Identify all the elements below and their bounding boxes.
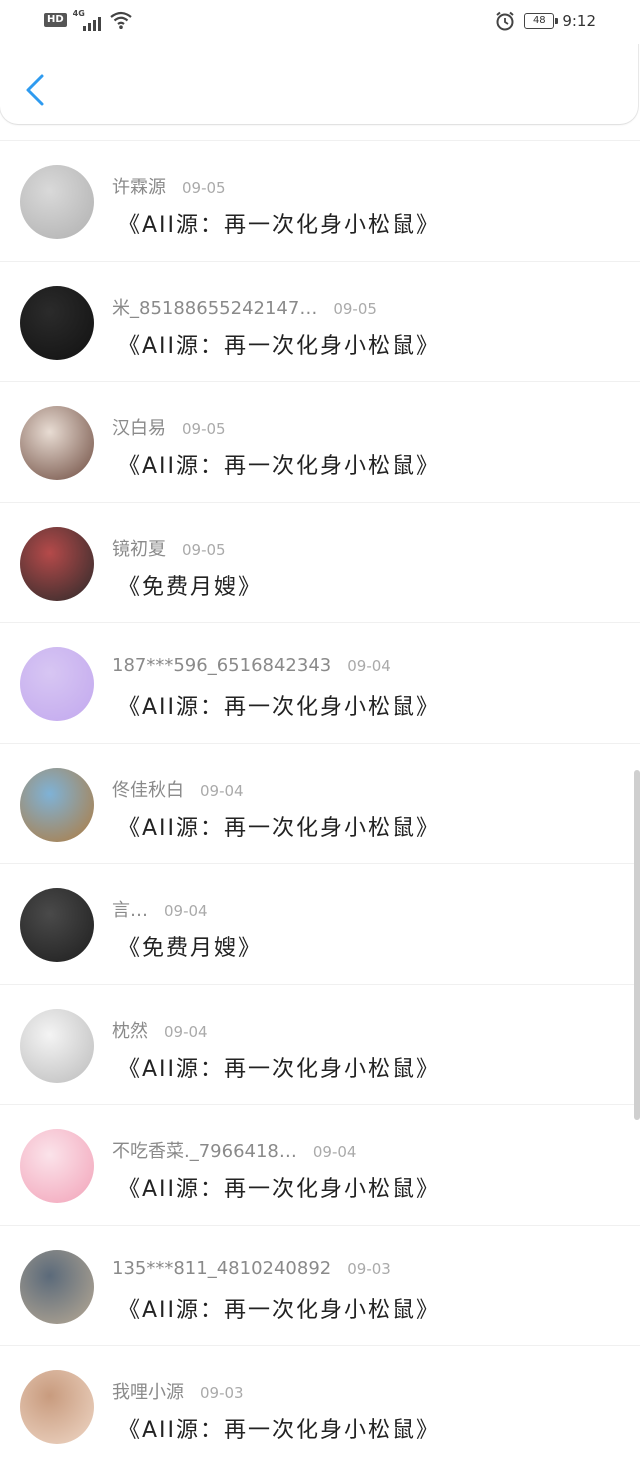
list-item[interactable]: 187***596_6516842343 09-04 《AII源：再一次化身小松鼠》 — [0, 622, 640, 743]
item-meta: 佟佳秋白 09-04 — [112, 776, 244, 802]
item-date: 09-04 — [312, 1143, 357, 1161]
battery-icon: 48 — [524, 13, 559, 29]
item-meta: 米_85188655242147… 09-05 — [112, 294, 377, 320]
item-comment: 《AII源：再一次化身小松鼠》 — [118, 1418, 441, 1443]
list-item[interactable]: 135***811_4810240892 09-03 《AII源：再一次化身小松鼠》 — [0, 1224, 640, 1346]
item-comment: 《免费月嫂》 — [118, 936, 263, 961]
comment-list: 许霖源 09-05 《AII源：再一次化身小松鼠》 米_85188655242147…… — [0, 140, 640, 1466]
item-meta: 镜初夏 09-05 — [112, 535, 226, 561]
list-item[interactable]: 镜初夏 09-05 《免费月嫂》 — [0, 501, 640, 623]
clock: 9:12 — [562, 12, 596, 30]
item-date: 09-05 — [182, 540, 226, 559]
username[interactable]: 镜初夏 — [112, 539, 166, 560]
item-meta: 许霖源 09-05 — [112, 173, 226, 199]
username[interactable]: 汉白易 — [112, 418, 166, 439]
avatar[interactable] — [20, 1370, 94, 1444]
list-item[interactable]: 佟佳秋白 09-04 《AII源：再一次化身小松鼠》 — [0, 742, 640, 864]
list-item[interactable]: 枕然 09-04 《AII源：再一次化身小松鼠》 — [0, 983, 640, 1105]
username[interactable]: 许霖源 — [112, 177, 166, 198]
list-item[interactable]: 汉白易 09-05 《AII源：再一次化身小松鼠》 — [0, 381, 640, 502]
item-date: 09-04 — [164, 1022, 208, 1041]
avatar[interactable] — [20, 285, 94, 360]
hd-badge: HD — [44, 13, 67, 27]
status-right: 48 9:12 — [494, 10, 596, 32]
item-meta: 我哩小源 09-03 — [112, 1378, 244, 1404]
signal-icon: 4G — [73, 9, 103, 31]
username[interactable]: 枕然 — [112, 1021, 148, 1042]
avatar[interactable] — [20, 526, 94, 601]
avatar[interactable] — [20, 888, 94, 962]
item-meta: 不吃香菜._7966418… 09-04 — [112, 1137, 356, 1163]
item-comment: 《AII源：再一次化身小松鼠》 — [118, 213, 441, 238]
item-date: 09-03 — [347, 1259, 391, 1278]
avatar[interactable] — [20, 165, 94, 239]
username[interactable]: 不吃香菜._7966418… — [112, 1141, 297, 1162]
scrollbar[interactable] — [634, 770, 640, 1120]
alarm-icon — [496, 11, 514, 31]
username[interactable]: 米_85188655242147… — [112, 298, 317, 319]
list-item[interactable]: 言… 09-04 《免费月嫂》 — [0, 863, 640, 984]
avatar[interactable] — [20, 1008, 94, 1083]
item-comment: 《免费月嫂》 — [118, 574, 263, 600]
item-comment: 《AII源：再一次化身小松鼠》 — [118, 1177, 441, 1202]
item-comment: 《AII源：再一次化身小松鼠》 — [118, 815, 441, 841]
item-date: 09-05 — [333, 299, 377, 318]
list-item[interactable]: 不吃香菜._7966418… 09-04 《AII源：再一次化身小松鼠》 — [0, 1104, 640, 1225]
item-date: 09-04 — [347, 657, 391, 675]
item-meta: 187***596_6516842343 09-04 — [112, 655, 391, 676]
item-date: 09-05 — [182, 179, 226, 197]
item-meta: 言… 09-04 — [112, 896, 208, 922]
avatar[interactable] — [20, 647, 94, 721]
item-comment: 《AII源：再一次化身小松鼠》 — [118, 454, 441, 479]
username[interactable]: 135***811_4810240892 — [112, 1258, 331, 1279]
item-comment: 《AII源：再一次化身小松鼠》 — [118, 1056, 441, 1082]
item-date: 09-05 — [182, 420, 226, 438]
item-meta: 135***811_4810240892 09-03 — [112, 1258, 391, 1279]
item-date: 09-04 — [164, 902, 208, 920]
username[interactable]: 佟佳秋白 — [112, 780, 184, 801]
back-button[interactable] — [20, 70, 50, 110]
list-item[interactable]: 我哩小源 09-03 《AII源：再一次化身小松鼠》 — [0, 1345, 640, 1466]
username[interactable]: 187***596_6516842343 — [112, 655, 331, 676]
item-comment: 《AII源：再一次化身小松鼠》 — [118, 1297, 441, 1323]
list-item[interactable]: 米_85188655242147… 09-05 《AII源：再一次化身小松鼠》 — [0, 260, 640, 382]
item-comment: 《AII源：再一次化身小松鼠》 — [118, 333, 441, 359]
status-bar: HD 4G 48 9:12 — [0, 0, 640, 44]
item-date: 09-04 — [200, 781, 244, 800]
wifi-icon — [109, 11, 132, 29]
avatar[interactable] — [20, 767, 94, 842]
username[interactable]: 我哩小源 — [112, 1382, 184, 1403]
chevron-left-icon — [26, 74, 44, 106]
item-meta: 枕然 09-04 — [112, 1017, 208, 1043]
list-item[interactable]: 许霖源 09-05 《AII源：再一次化身小松鼠》 — [0, 140, 640, 261]
avatar[interactable] — [20, 1129, 94, 1203]
avatar[interactable] — [20, 406, 94, 480]
item-meta: 汉白易 09-05 — [112, 414, 226, 440]
avatar[interactable] — [20, 1249, 94, 1324]
item-date: 09-03 — [200, 1384, 244, 1402]
item-comment: 《AII源：再一次化身小松鼠》 — [118, 695, 441, 720]
status-left: HD 4G — [44, 9, 133, 31]
username[interactable]: 言… — [112, 900, 148, 921]
